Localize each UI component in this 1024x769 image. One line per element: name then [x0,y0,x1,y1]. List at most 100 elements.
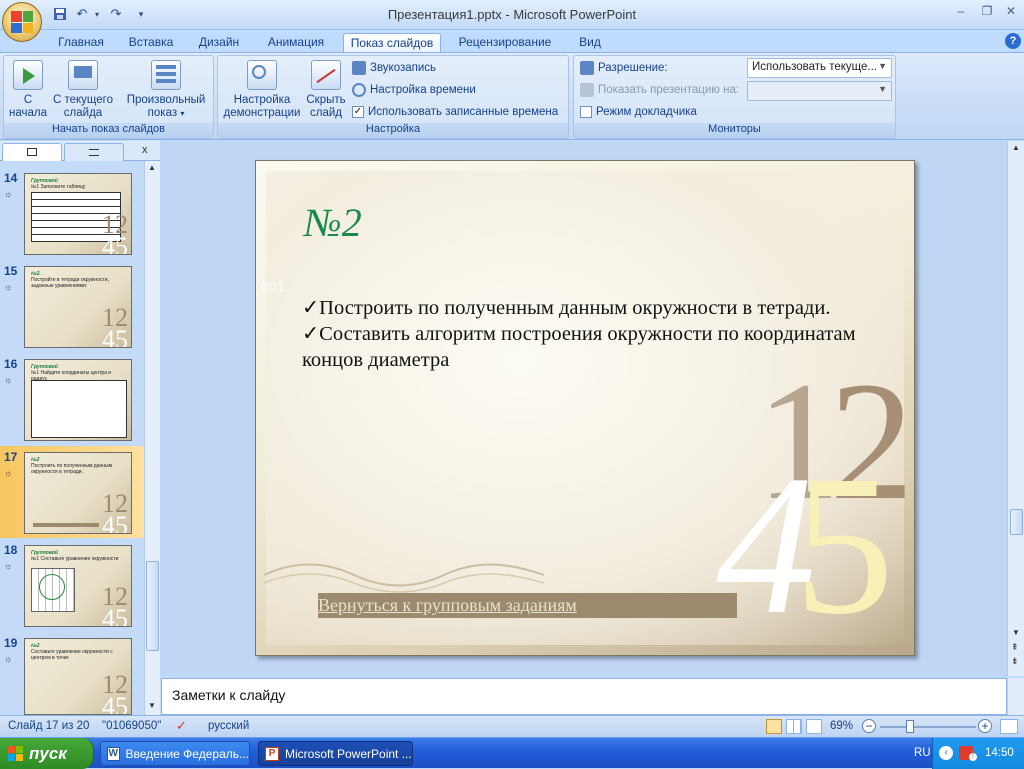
from-current-button[interactable]: С текущего слайда [52,60,114,120]
zoom-slider-thumb[interactable] [906,720,914,733]
thumbnail-numbers: 12 45 [102,489,128,534]
status-bar: Слайд 17 из 20 "01069050" ✓ русский 69% … [0,715,1024,737]
title-bar: ↶ ▾ ↷ ▾ Презентация1.pptx - Microsoft Po… [0,0,1024,30]
group-start-slideshow: С начала С текущего слайда Произвольный … [3,55,214,139]
thumbnail-number: 14 [4,171,18,185]
tab-view[interactable]: Вид [570,33,610,52]
slide-body[interactable]: ✓Построить по полученным данным окружнос… [302,295,882,373]
use-timings-checkbox[interactable]: ✓ Использовать записанные времена [352,103,558,121]
restore-button[interactable]: ❐ [976,4,998,22]
zoom-slider-track[interactable] [880,726,976,728]
decorative-numbers-45: 45 [716,446,894,646]
from-beginning-button[interactable]: С начала [6,60,50,120]
slide-thumbnail-18[interactable]: 18 ☼ Групповой №1 Составьте уравнение окр… [0,539,144,631]
checkmark-icon: ✓ [352,106,364,118]
show-on-label: Показать презентацию на: [598,84,740,96]
thumbnail-sub: №1 Заполните таблицу [31,184,86,190]
zoom-in-icon[interactable]: + [978,719,992,733]
thumbnail-sub: Составьте уравнение окружности с центром… [31,649,113,661]
scroll-up-icon[interactable]: ▲ [1012,143,1020,152]
thumbnail-preview: №2. Постройте в тетради окружности, задан… [24,266,132,348]
previous-slide-icon[interactable]: ⇞ [1011,642,1019,653]
thumbnail-preview: №2 Составьте уравнение окружности с центр… [24,638,132,715]
normal-view-icon[interactable] [766,719,782,734]
group-monitors: Разрешение: Использовать текуще... ▼ Пок… [573,55,896,139]
thumbnail-table [31,380,127,438]
thumbnail-number: 18 [4,543,18,557]
scroll-thumb[interactable] [146,561,159,651]
thumbnail-numbers: 12 45 [102,210,128,255]
scroll-thumb[interactable] [1010,509,1023,535]
rehearse-timings-button[interactable]: Настройка времени [352,81,476,99]
scroll-up-icon[interactable]: ▲ [148,163,156,172]
slideshow-from-start-icon [13,60,43,90]
slide-thumbnail-19[interactable]: 19 ☼ №2 Составьте уравнение окружности с … [0,632,144,724]
close-button[interactable]: ✕ [1000,4,1022,22]
decorative-digit: 5 [794,435,894,656]
system-tray: ‹ ! 14:50 [932,738,1024,769]
spellcheck-icon[interactable]: ✓ [176,718,187,734]
thumbnail-numbers: 12 45 [102,303,128,348]
slide-canvas[interactable]: 12 45 №2 001 ✓Построить по полученным да… [255,160,915,656]
tab-design[interactable]: Дизайн [190,33,248,52]
from-current-label-1: С текущего [52,94,113,106]
office-button[interactable] [2,2,42,42]
scroll-down-icon[interactable]: ▼ [148,701,156,710]
zoom-level[interactable]: 69% [830,720,853,732]
setup-show-button[interactable]: Настройка демонстрации [222,60,302,120]
tab-insert[interactable]: Вставка [122,33,180,52]
tab-home[interactable]: Главная [50,33,112,52]
language-indicator[interactable]: русский [208,720,249,732]
back-link[interactable]: Вернуться к групповым заданиям [318,595,577,616]
minimize-button[interactable]: – [950,4,972,22]
slide-thumbnail-14[interactable]: 14 ☼ Групповой №1 Заполните таблицу 12 45 [0,167,144,259]
task-powerpoint-label: Microsoft PowerPoint ... [285,746,412,761]
notes-pane[interactable]: Заметки к слайду [161,678,1007,715]
task-powerpoint[interactable]: P Microsoft PowerPoint ... [258,741,413,766]
tab-animation[interactable]: Анимация [258,33,334,52]
custom-show-button[interactable]: Произвольный показ ▾ [122,60,210,120]
checkbox-empty-icon [580,106,592,118]
tab-review[interactable]: Рецензирование [450,33,560,52]
slideshow-from-current-icon [68,60,98,90]
transition-icon: ☼ [4,468,13,478]
thumbnail-sub: №1 Составьте уравнение окружности [31,556,119,562]
theme-name: "01069050" [102,720,162,732]
task-word[interactable]: W Введение Федераль... [100,741,250,766]
notes-scrollbar[interactable] [1007,678,1024,715]
tab-slides[interactable] [2,143,62,161]
slide-sorter-icon[interactable] [786,719,802,734]
slide-scrollbar[interactable]: ▲ ▼ ⇞ ⇟ [1007,141,1024,676]
tray-expand-icon[interactable]: ‹ [939,746,953,760]
decorative-digit: 4 [716,435,816,656]
tab-outline[interactable] [64,143,124,161]
slide-thumbnail-15[interactable]: 15 ☼ №2. Постройте в тетради окружности, … [0,260,144,352]
start-button[interactable]: пуск [0,738,94,769]
thumbnail-numbers: 12 45 [102,670,128,715]
presenter-view-label: Режим докладчика [596,106,697,118]
group-start-label: Начать показ слайдов [4,123,213,138]
hide-slide-button[interactable]: Скрыть слайд [302,60,350,120]
presenter-view-checkbox[interactable]: Режим докладчика [580,103,697,121]
slide-thumbnail-16[interactable]: 16 ☼ Групповой №1 Найдите координаты цент… [0,353,144,445]
slide-thumbnail-17[interactable]: 17 ☼ №2 Построить по полученным данным ок… [0,446,144,538]
keyboard-language[interactable]: RU [914,747,931,759]
next-slide-icon[interactable]: ⇟ [1011,656,1019,667]
from-beginning-label-2: начала [9,107,47,119]
slideshow-view-icon[interactable] [806,719,822,734]
ribbon-tabs: Главная Вставка Дизайн Анимация Показ сл… [0,30,1024,52]
monitor-disabled-icon [580,83,594,97]
help-icon[interactable]: ? [1005,33,1021,49]
fit-to-window-icon[interactable] [1000,719,1018,734]
close-pane-icon[interactable]: x [142,144,148,156]
record-narration-label: Звукозапись [370,62,437,74]
record-narration-button[interactable]: Звукозапись [352,59,436,77]
tab-slideshow[interactable]: Показ слайдов [343,33,441,52]
pane-scrollbar[interactable]: ▲ ▼ [144,161,160,715]
chevron-down-icon: ▼ [878,84,887,94]
zoom-out-icon[interactable]: − [862,719,876,733]
scroll-down-icon[interactable]: ▼ [1012,628,1020,637]
slide-title[interactable]: №2 [304,199,362,246]
thumbnail-sub: Построить по полученным данным окружност… [31,463,113,475]
resolution-select[interactable]: Использовать текуще... ▼ [747,58,892,78]
